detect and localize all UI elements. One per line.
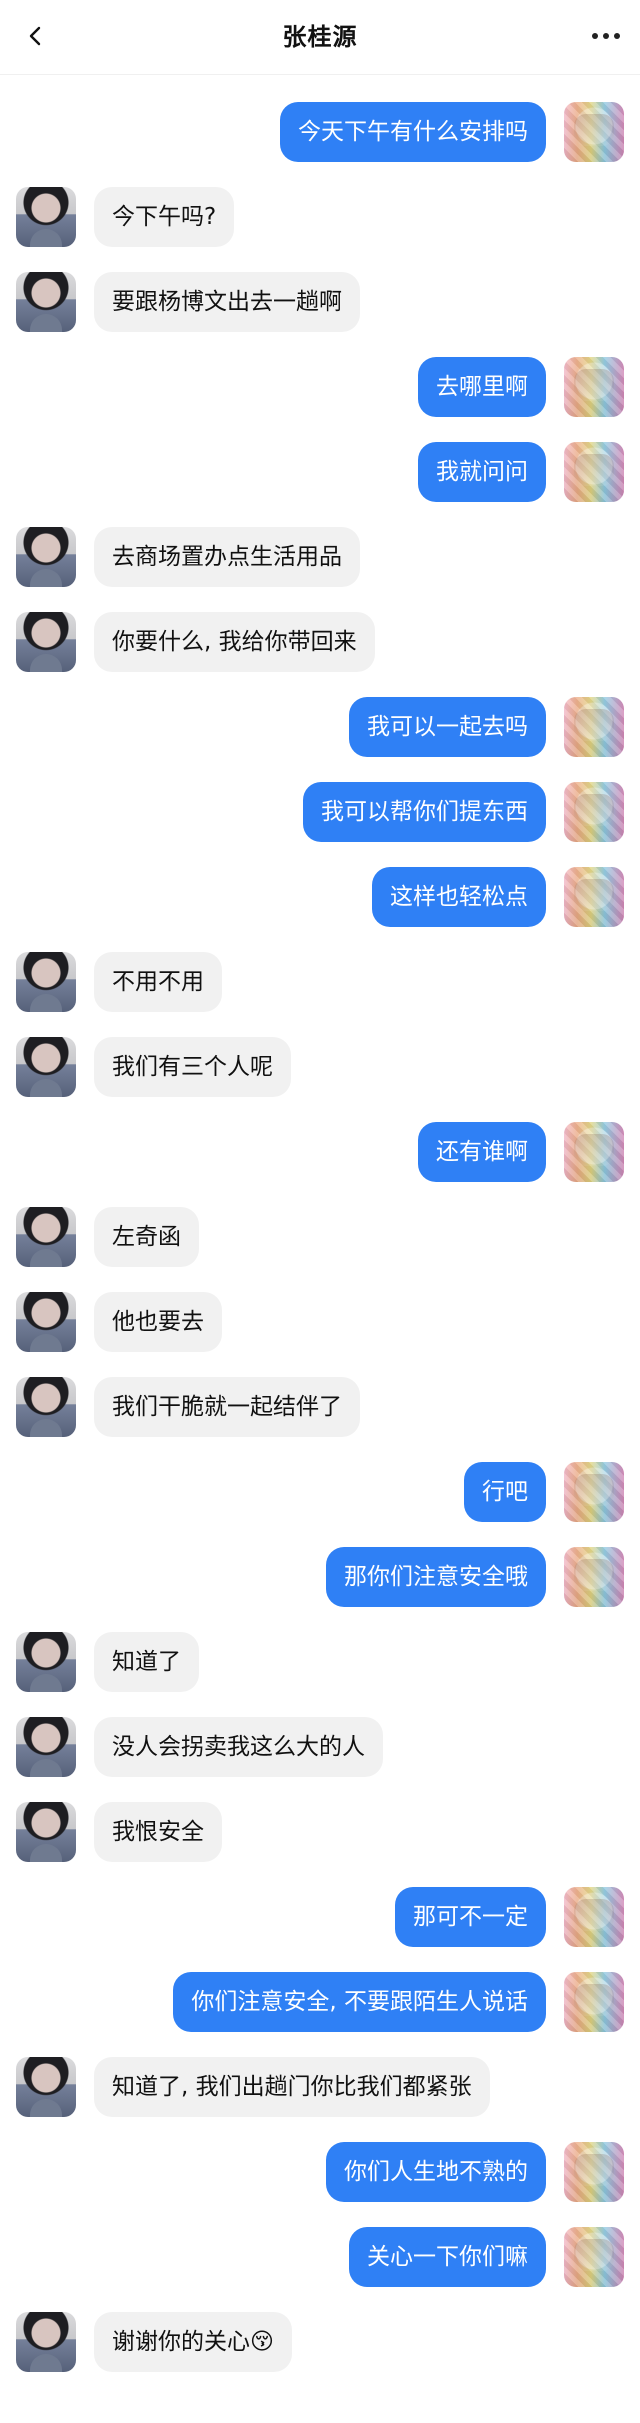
- contact-avatar[interactable]: [16, 612, 76, 672]
- contact-avatar[interactable]: [16, 1207, 76, 1267]
- message-bubble[interactable]: 你们注意安全, 不要跟陌生人说话: [173, 1972, 546, 2032]
- message-bubble[interactable]: 关心一下你们嘛: [349, 2227, 546, 2287]
- my-avatar[interactable]: [564, 2142, 624, 2202]
- my-avatar[interactable]: [564, 1547, 624, 1607]
- top-bar: 张桂源: [0, 0, 640, 75]
- contact-avatar[interactable]: [16, 187, 76, 247]
- message-bubble[interactable]: 我们有三个人呢: [94, 1037, 291, 1097]
- message-row-left: 我们干脆就一起结伴了: [0, 1377, 640, 1437]
- message-row-left: 知道了: [0, 1632, 640, 1692]
- contact-avatar[interactable]: [16, 527, 76, 587]
- message-bubble[interactable]: 那可不一定: [395, 1887, 546, 1947]
- message-bubble[interactable]: 我们干脆就一起结伴了: [94, 1377, 360, 1437]
- message-row-left: 我恨安全: [0, 1802, 640, 1862]
- message-row-right: 关心一下你们嘛: [0, 2227, 640, 2287]
- message-bubble[interactable]: 去商场置办点生活用品: [94, 527, 360, 587]
- message-row-left: 没人会拐卖我这么大的人: [0, 1717, 640, 1777]
- message-bubble[interactable]: 没人会拐卖我这么大的人: [94, 1717, 383, 1777]
- message-bubble[interactable]: 要跟杨博文出去一趟啊: [94, 272, 360, 332]
- message-bubble[interactable]: 今下午吗?: [94, 187, 235, 247]
- message-bubble[interactable]: 我恨安全: [94, 1802, 222, 1862]
- message-bubble[interactable]: 你要什么, 我给你带回来: [94, 612, 375, 672]
- my-avatar[interactable]: [564, 102, 624, 162]
- more-dot-icon: [592, 33, 598, 39]
- message-row-left: 今下午吗?: [0, 187, 640, 247]
- message-row-right: 行吧: [0, 1462, 640, 1522]
- message-row-left: 我们有三个人呢: [0, 1037, 640, 1097]
- more-dot-icon: [614, 33, 620, 39]
- message-row-left: 他也要去: [0, 1292, 640, 1352]
- my-avatar[interactable]: [564, 1972, 624, 2032]
- message-row-right: 你们注意安全, 不要跟陌生人说话: [0, 1972, 640, 2032]
- chat-title: 张桂源: [282, 23, 358, 51]
- message-row-right: 那可不一定: [0, 1887, 640, 1947]
- message-row-left: 不用不用: [0, 952, 640, 1012]
- message-row-left: 知道了, 我们出趟门你比我们都紧张: [0, 2057, 640, 2117]
- message-bubble[interactable]: 还有谁啊: [418, 1122, 546, 1182]
- contact-avatar[interactable]: [16, 1292, 76, 1352]
- message-bubble[interactable]: 你们人生地不熟的: [326, 2142, 546, 2202]
- my-avatar[interactable]: [564, 697, 624, 757]
- contact-avatar[interactable]: [16, 2312, 76, 2372]
- message-row-left: 要跟杨博文出去一趟啊: [0, 272, 640, 332]
- message-row-right: 你们人生地不熟的: [0, 2142, 640, 2202]
- message-row-left: 去商场置办点生活用品: [0, 527, 640, 587]
- message-bubble[interactable]: 我可以帮你们提东西: [303, 782, 546, 842]
- more-dot-icon: [603, 33, 609, 39]
- contact-avatar[interactable]: [16, 272, 76, 332]
- message-bubble[interactable]: 去哪里啊: [418, 357, 546, 417]
- more-button[interactable]: [586, 18, 626, 54]
- message-bubble[interactable]: 不用不用: [94, 952, 222, 1012]
- my-avatar[interactable]: [564, 2227, 624, 2287]
- message-row-right: 我可以帮你们提东西: [0, 782, 640, 842]
- my-avatar[interactable]: [564, 1122, 624, 1182]
- chat-thread: 今天下午有什么安排吗 今下午吗? 要跟杨博文出去一趟啊 去哪里啊 我就问问 去商…: [0, 75, 640, 2423]
- my-avatar[interactable]: [564, 442, 624, 502]
- message-bubble[interactable]: 左奇函: [94, 1207, 199, 1267]
- contact-avatar[interactable]: [16, 952, 76, 1012]
- message-bubble[interactable]: 那你们注意安全哦: [326, 1547, 546, 1607]
- contact-avatar[interactable]: [16, 1717, 76, 1777]
- message-bubble[interactable]: 他也要去: [94, 1292, 222, 1352]
- contact-avatar[interactable]: [16, 2057, 76, 2117]
- message-bubble[interactable]: 我可以一起去吗: [349, 697, 546, 757]
- message-row-left: 谢谢你的关心😚: [0, 2312, 640, 2372]
- message-row-right: 还有谁啊: [0, 1122, 640, 1182]
- contact-avatar[interactable]: [16, 1802, 76, 1862]
- message-bubble[interactable]: 今天下午有什么安排吗: [280, 102, 546, 162]
- message-bubble[interactable]: 谢谢你的关心😚: [94, 2312, 292, 2372]
- message-bubble[interactable]: 我就问问: [418, 442, 546, 502]
- message-row-left: 你要什么, 我给你带回来: [0, 612, 640, 672]
- contact-avatar[interactable]: [16, 1632, 76, 1692]
- message-row-right: 我就问问: [0, 442, 640, 502]
- message-bubble[interactable]: 知道了: [94, 1632, 199, 1692]
- my-avatar[interactable]: [564, 1462, 624, 1522]
- contact-avatar[interactable]: [16, 1377, 76, 1437]
- my-avatar[interactable]: [564, 867, 624, 927]
- my-avatar[interactable]: [564, 1887, 624, 1947]
- my-avatar[interactable]: [564, 357, 624, 417]
- message-row-right: 去哪里啊: [0, 357, 640, 417]
- message-bubble[interactable]: 知道了, 我们出趟门你比我们都紧张: [94, 2057, 490, 2117]
- message-bubble[interactable]: 行吧: [464, 1462, 546, 1522]
- contact-avatar[interactable]: [16, 1037, 76, 1097]
- message-bubble[interactable]: 这样也轻松点: [372, 867, 546, 927]
- my-avatar[interactable]: [564, 782, 624, 842]
- message-row-right: 那你们注意安全哦: [0, 1547, 640, 1607]
- message-row-left: 左奇函: [0, 1207, 640, 1267]
- message-row-right: 今天下午有什么安排吗: [0, 102, 640, 162]
- message-row-right: 我可以一起去吗: [0, 697, 640, 757]
- message-row-right: 这样也轻松点: [0, 867, 640, 927]
